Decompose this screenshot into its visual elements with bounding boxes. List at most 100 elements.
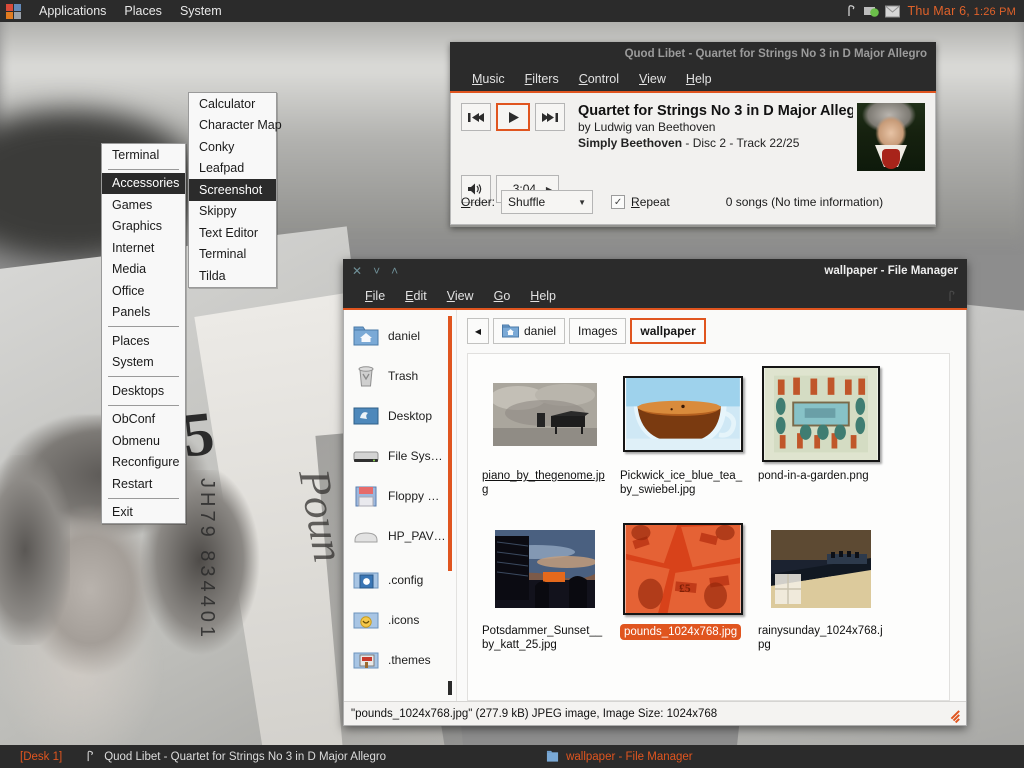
menu-view[interactable]: View <box>437 289 484 303</box>
sidebar-item-hp-pavilion[interactable]: HP_PAV… <box>344 516 456 556</box>
status-text: "pounds_1024x768.jpg" (277.9 kB) JPEG im… <box>351 707 718 720</box>
previous-track-button[interactable] <box>461 103 491 131</box>
list-item[interactable]: Pickwick_ice_blue_tea_by_swiebel.jpg <box>614 362 752 497</box>
menu-go[interactable]: Go <box>484 289 521 303</box>
submenu-item-terminal[interactable]: Terminal <box>189 244 276 266</box>
task-filemanager[interactable]: wallpaper - File Manager <box>536 745 703 768</box>
submenu-item-tilda[interactable]: Tilda <box>189 265 276 287</box>
menu-file[interactable]: File <box>355 289 395 303</box>
filemanager-window[interactable]: ✕ ˅ ˄ wallpaper - File Manager File Edit… <box>343 259 967 726</box>
play-button[interactable] <box>496 103 530 131</box>
file-name[interactable]: Potsdammer_Sunset__by_katt_25.jpg <box>482 624 608 652</box>
menu-item-places[interactable]: Places <box>102 330 185 352</box>
menu-help[interactable]: Help <box>520 289 566 303</box>
panel-menu-system[interactable]: System <box>171 0 231 22</box>
music-icon <box>87 750 94 762</box>
menu-item-games[interactable]: Games <box>102 194 185 216</box>
menu-view[interactable]: View <box>629 72 676 86</box>
network-icon[interactable] <box>845 4 859 18</box>
menu-item-graphics[interactable]: Graphics <box>102 216 185 238</box>
sidebar-item-trash[interactable]: Trash <box>344 356 456 396</box>
menu-filters[interactable]: Filters <box>515 72 569 86</box>
menu-overflow-icon[interactable] <box>947 289 957 303</box>
next-track-button[interactable] <box>535 103 565 131</box>
sidebar-item-file-system[interactable]: File Sys… <box>344 436 456 476</box>
resize-grip[interactable] <box>947 708 960 723</box>
quodlibet-titlebar[interactable]: Quod Libet - Quartet for Strings No 3 in… <box>450 42 936 66</box>
submenu-item-text-editor[interactable]: Text Editor <box>189 222 276 244</box>
list-item[interactable]: pond-in-a-garden.png <box>752 362 890 497</box>
list-item[interactable]: Potsdammer_Sunset__by_katt_25.jpg <box>476 517 614 652</box>
filemanager-sidebar[interactable]: daniel Trash Desktop File Sys… Floppy … … <box>344 310 457 701</box>
menu-edit[interactable]: Edit <box>395 289 437 303</box>
menu-item-internet[interactable]: Internet <box>102 237 185 259</box>
sidebar-item-config[interactable]: .config <box>344 560 456 600</box>
panel-clock[interactable]: Thu Mar 6, 1:26 PM <box>905 4 1017 18</box>
quodlibet-window[interactable]: Quod Libet - Quartet for Strings No 3 in… <box>450 42 936 227</box>
breadcrumb: ◀ daniel Images wallpaper <box>457 310 966 353</box>
list-item[interactable]: piano_by_thegenome.jpg <box>476 362 614 497</box>
order-select[interactable]: Shuffle ▼ <box>501 190 594 214</box>
menu-item-media[interactable]: Media <box>102 259 185 281</box>
file-name[interactable]: rainysunday_1024x768.jpg <box>758 624 884 652</box>
close-icon[interactable]: ✕ <box>352 259 362 283</box>
menu-control[interactable]: Control <box>569 72 629 86</box>
menu-item-reconfigure[interactable]: Reconfigure <box>102 452 185 474</box>
menu-item-obconf[interactable]: ObConf <box>102 409 185 431</box>
menu-item-accessories[interactable]: Accessories <box>102 172 185 194</box>
status-green-icon[interactable] <box>863 4 880 18</box>
sidebar-label: Desktop <box>388 409 433 423</box>
menu-item-exit[interactable]: Exit <box>102 502 185 524</box>
sidebar-scrollbar-mark[interactable] <box>448 681 452 695</box>
sidebar-item-themes[interactable]: .themes <box>344 640 456 680</box>
filemanager-main: daniel Trash Desktop File Sys… Floppy … … <box>344 310 966 701</box>
list-item[interactable]: rainysunday_1024x768.jpg <box>752 517 890 652</box>
menu-item-desktops[interactable]: Desktops <box>102 380 185 402</box>
menu-item-obmenu[interactable]: Obmenu <box>102 430 185 452</box>
thumbnail-tea <box>623 376 743 452</box>
menu-item-system[interactable]: System <box>102 352 185 374</box>
minimize-icon[interactable]: ˅ <box>373 259 380 283</box>
menu-header-terminal[interactable]: Terminal <box>102 144 185 166</box>
menu-item-panels[interactable]: Panels <box>102 302 185 324</box>
breadcrumb-item-wallpaper[interactable]: wallpaper <box>630 318 706 344</box>
menu-item-restart[interactable]: Restart <box>102 473 185 495</box>
file-name[interactable]: pounds_1024x768.jpg <box>620 624 742 640</box>
submenu-item-character-map[interactable]: Character Map <box>189 115 282 137</box>
sidebar-scrollbar-thumb[interactable] <box>448 316 452 571</box>
sidebar-item-daniel[interactable]: daniel <box>344 316 456 356</box>
sidebar-item-floppy[interactable]: Floppy … <box>344 476 456 516</box>
breadcrumb-back-button[interactable]: ◀ <box>467 318 489 344</box>
drive-icon <box>354 532 378 543</box>
file-name[interactable]: Pickwick_ice_blue_tea_by_swiebel.jpg <box>620 469 746 497</box>
accessories-submenu[interactable]: Calculator Character Map Conky Leafpad S… <box>188 92 282 288</box>
breadcrumb-item-daniel[interactable]: daniel <box>493 318 566 344</box>
applications-logo-icon[interactable] <box>6 3 21 19</box>
maximize-icon[interactable]: ˄ <box>391 259 398 283</box>
sidebar-item-icons[interactable]: .icons <box>344 600 456 640</box>
breadcrumb-item-images[interactable]: Images <box>569 318 627 344</box>
file-grid[interactable]: piano_by_thegenome.jpg Pickwick_ice_blue… <box>467 353 950 701</box>
panel-menu-applications[interactable]: Applications <box>30 0 115 22</box>
filemanager-title: wallpaper - File Manager <box>824 265 958 277</box>
sidebar-item-desktop[interactable]: Desktop <box>344 396 456 436</box>
submenu-item-conky[interactable]: Conky <box>189 136 276 158</box>
task-quodlibet[interactable]: Quod Libet - Quartet for Strings No 3 in… <box>74 745 396 768</box>
menu-help[interactable]: Help <box>676 72 722 86</box>
mail-icon[interactable] <box>884 5 900 18</box>
panel-menu-places[interactable]: Places <box>115 0 171 22</box>
file-name[interactable]: pond-in-a-garden.png <box>758 469 884 483</box>
thumbnail-wrapper: £5 <box>623 517 743 621</box>
menu-item-office[interactable]: Office <box>102 280 185 302</box>
submenu-item-leafpad[interactable]: Leafpad <box>189 158 276 180</box>
list-item[interactable]: £5 pounds_1024x768.jpg <box>614 517 752 652</box>
submenu-item-skippy[interactable]: Skippy <box>189 201 276 223</box>
desktop-indicator[interactable]: [Desk 1] <box>0 751 74 763</box>
file-name[interactable]: piano_by_thegenome.jpg <box>482 469 608 497</box>
submenu-item-calculator[interactable]: Calculator <box>189 93 276 115</box>
openbox-root-menu[interactable]: Terminal Accessories Games Graphics Inte… <box>101 143 186 524</box>
menu-music[interactable]: Music <box>462 72 515 86</box>
filemanager-titlebar[interactable]: ✕ ˅ ˄ wallpaper - File Manager <box>343 259 967 283</box>
submenu-item-screenshot[interactable]: Screenshot <box>189 179 276 201</box>
repeat-checkbox[interactable]: ✓ <box>611 195 626 209</box>
